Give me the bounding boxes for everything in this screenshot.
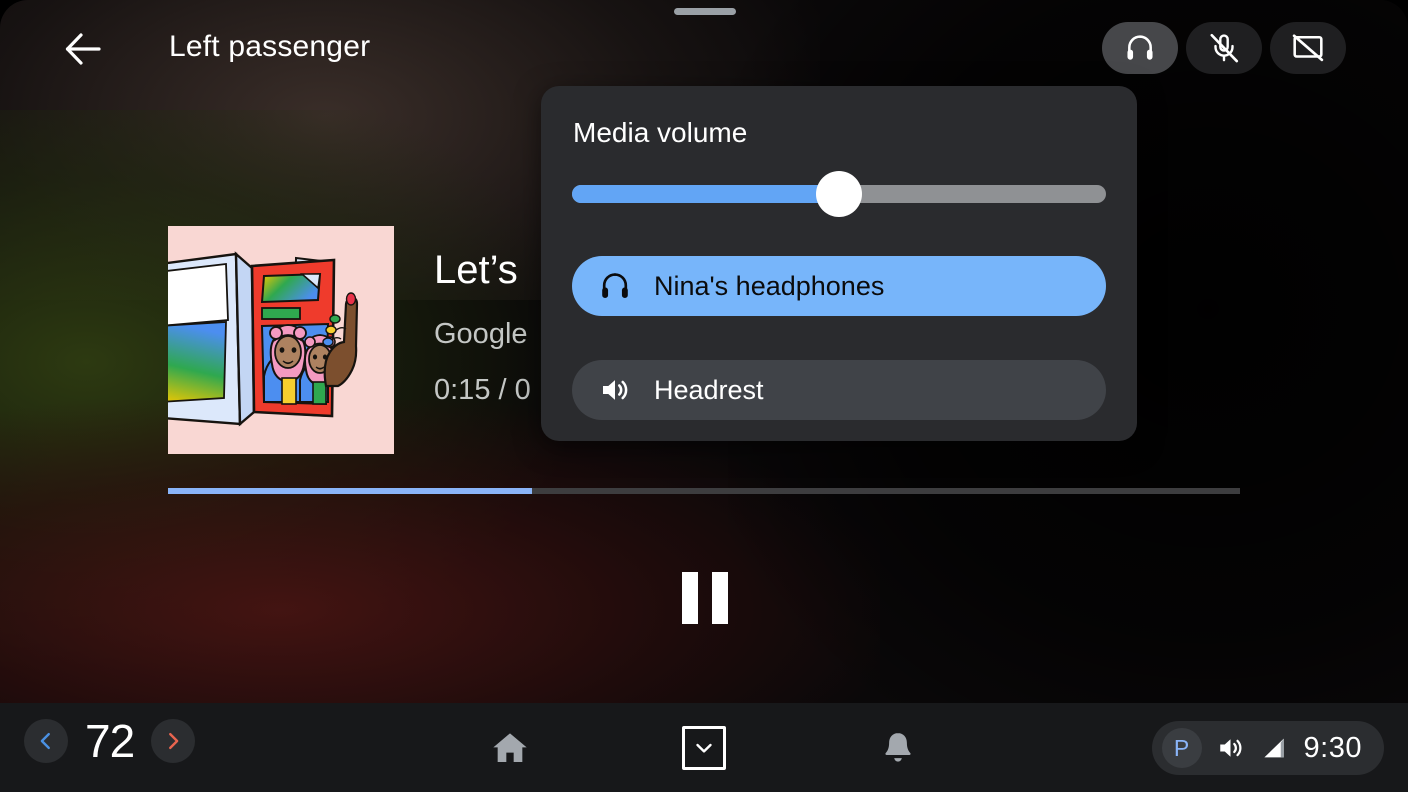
output-device-headrest[interactable]: Headrest [572,360,1106,420]
temperature-increase-button[interactable] [151,719,196,763]
pause-icon-bar-right [712,572,728,624]
gear-letter: P [1173,734,1190,761]
temperature-value: 72 [85,715,135,767]
screen-off-toggle[interactable] [1270,22,1346,74]
chevron-left-icon [40,732,50,750]
headphones-icon [602,273,628,298]
microphone-off-toggle[interactable] [1186,22,1262,74]
output-device-label: Nina's headphones [654,270,885,301]
output-device-label: Headrest [654,374,764,405]
media-volume-slider[interactable] [572,171,1106,217]
home-button[interactable] [482,720,538,776]
clock: 9:30 [1303,731,1362,764]
signal-bars-icon [1263,738,1284,758]
album-art-illustration [168,226,394,454]
back-button[interactable] [56,22,110,76]
gear-indicator: P [1161,728,1202,768]
bell-icon [885,732,911,762]
head-unit-screen: Left passenger Let’s Google 0:15 / 0 Med… [0,0,1408,792]
collapse-button[interactable] [682,725,726,770]
screen-off-icon [1292,34,1324,62]
speaker-volume-icon [603,380,628,400]
arrow-left-icon [65,33,101,65]
album-art [168,226,394,454]
microphone-off-icon [1210,33,1239,63]
home-icon [493,732,527,762]
speaker-volume-icon[interactable] [1216,733,1246,763]
page-title: Left passenger [169,30,371,63]
volume-slider-thumb[interactable] [816,171,862,217]
temperature-control: 72 [24,715,196,767]
pause-icon-bar-left [682,572,698,624]
chevron-down-icon [696,743,712,753]
volume-slider-fill [572,185,839,203]
ambient-glow-red [0,400,880,706]
panel-drag-handle[interactable] [674,8,736,15]
headphones-toggle[interactable] [1102,22,1178,74]
progress-fill [168,488,533,494]
status-pill[interactable]: P 9:30 [1151,721,1384,775]
system-bar: 72 P 9:30 [0,703,1408,792]
headphones-icon [1127,35,1153,60]
playback-progress-bar[interactable] [168,488,1240,494]
chevron-right-icon [169,732,179,750]
media-volume-title: Media volume [573,117,748,148]
media-volume-panel: Media volume Nina's headphones Headrest [541,86,1137,441]
notifications-button[interactable] [870,720,926,776]
temperature-decrease-button[interactable] [24,719,68,763]
pause-button[interactable] [663,556,747,640]
top-action-group [1102,22,1346,74]
output-device-ninas-headphones[interactable]: Nina's headphones [572,256,1106,316]
